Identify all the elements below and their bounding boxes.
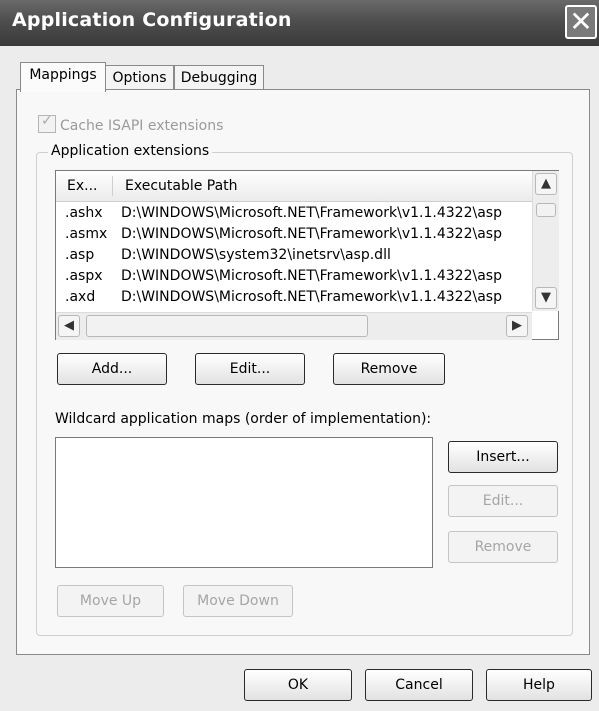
cache-isapi-label: Cache ISAPI extensions: [60, 118, 224, 134]
list-item-path: D:\WINDOWS\Microsoft.NET\Framework\v1.1.…: [121, 289, 502, 305]
scroll-down-icon[interactable]: ▼: [535, 287, 557, 309]
list-item-path: D:\WINDOWS\system32\inetsrv\asp.dll: [121, 247, 391, 263]
list-item[interactable]: .axd D:\WINDOWS\Microsoft.NET\Framework\…: [56, 289, 536, 310]
move-up-button[interactable]: Move Up: [57, 585, 164, 617]
tab-options[interactable]: Options: [105, 65, 174, 90]
list-item-extension: .axd: [65, 289, 96, 305]
list-item[interactable]: .asmx D:\WINDOWS\Microsoft.NET\Framework…: [56, 226, 536, 247]
remove-button[interactable]: Remove: [333, 353, 445, 385]
list-item[interactable]: .aspx D:\WINDOWS\Microsoft.NET\Framework…: [56, 268, 536, 289]
list-item[interactable]: .ashx D:\WINDOWS\Microsoft.NET\Framework…: [56, 205, 536, 226]
vertical-scrollbar[interactable]: ▲ ▼: [532, 171, 559, 311]
column-divider[interactable]: [112, 176, 113, 196]
list-item[interactable]: .asp D:\WINDOWS\system32\inetsrv\asp.dll: [56, 247, 536, 268]
wildcard-maps-label: Wildcard application maps (order of impl…: [55, 411, 432, 427]
move-down-button[interactable]: Move Down: [183, 585, 293, 617]
checkbox-box: ✓: [38, 113, 56, 133]
list-item-path: D:\WINDOWS\Microsoft.NET\Framework\v1.1.…: [121, 205, 502, 221]
column-header-extension[interactable]: Ex...: [67, 178, 97, 194]
horizontal-scrollbar[interactable]: ◀ ▶: [56, 312, 532, 340]
horizontal-scroll-thumb[interactable]: [86, 315, 368, 337]
list-item-extension: .asp: [65, 247, 95, 263]
list-item-path: D:\WINDOWS\Microsoft.NET\Framework\v1.1.…: [121, 226, 502, 242]
help-button[interactable]: Help: [486, 669, 592, 701]
cache-isapi-checkbox[interactable]: ✓ Cache ISAPI extensions: [38, 113, 224, 134]
scroll-right-icon[interactable]: ▶: [506, 315, 528, 337]
wildcard-remove-button[interactable]: Remove: [448, 531, 558, 563]
list-item-path: D:\WINDOWS\Microsoft.NET\Framework\v1.1.…: [121, 268, 502, 284]
list-item-extension: .asmx: [65, 226, 108, 242]
column-header-executable-path[interactable]: Executable Path: [125, 178, 238, 194]
application-extensions-label: Application extensions: [48, 143, 213, 159]
dialog-title: Application Configuration: [12, 9, 292, 31]
cancel-button[interactable]: Cancel: [365, 669, 473, 701]
application-configuration-dialog: Application Configuration ✕ Mappings Opt…: [0, 0, 599, 711]
add-button[interactable]: Add...: [57, 353, 167, 385]
list-item-extension: .ashx: [65, 205, 103, 221]
scroll-up-icon[interactable]: ▲: [535, 173, 557, 195]
scroll-left-icon[interactable]: ◀: [58, 315, 80, 337]
insert-button[interactable]: Insert...: [448, 441, 558, 473]
checkmark-icon: ✓: [41, 113, 53, 129]
edit-button[interactable]: Edit...: [195, 353, 305, 385]
list-header: Ex... Executable Path: [56, 171, 532, 202]
wildcard-edit-button[interactable]: Edit...: [448, 485, 558, 517]
tab-mappings[interactable]: Mappings: [20, 62, 106, 92]
list-item-extension: .aspx: [65, 268, 103, 284]
close-icon[interactable]: ✕: [565, 5, 597, 39]
tab-debugging[interactable]: Debugging: [174, 65, 264, 90]
title-bar[interactable]: Application Configuration ✕: [0, 0, 599, 46]
ok-button[interactable]: OK: [244, 669, 352, 701]
wildcard-maps-list[interactable]: [55, 437, 433, 568]
vertical-scroll-thumb[interactable]: [536, 203, 556, 217]
